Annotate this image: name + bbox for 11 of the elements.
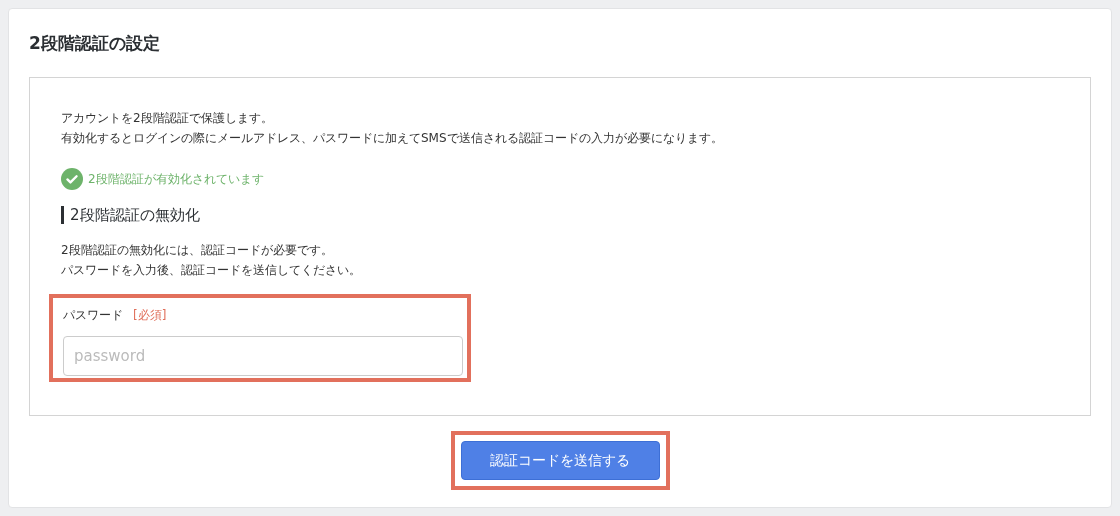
section-heading: 2段階認証の無効化: [61, 206, 1071, 224]
description-text: アカウントを2段階認証で保護します。: [61, 110, 274, 127]
instruction-text: 2段階認証の無効化には、認証コードが必要です。: [61, 242, 334, 259]
description-text: 有効化するとログインの際にメールアドレス、パスワードに加えてSMSで送信される認証コードの入力が必要になります。: [61, 130, 724, 147]
instruction-text: パスワードを入力後、認証コードを送信してください。: [61, 262, 362, 279]
field-label: パスワード: [63, 307, 123, 324]
send-code-button[interactable]: 認証コードを送信する: [460, 441, 660, 480]
password-field[interactable]: password: [63, 336, 463, 376]
status-text: 2段階認証が有効化されています: [88, 170, 264, 188]
page-title: 2段階認証の設定: [29, 32, 161, 55]
required-tag: [必須]: [133, 307, 167, 324]
